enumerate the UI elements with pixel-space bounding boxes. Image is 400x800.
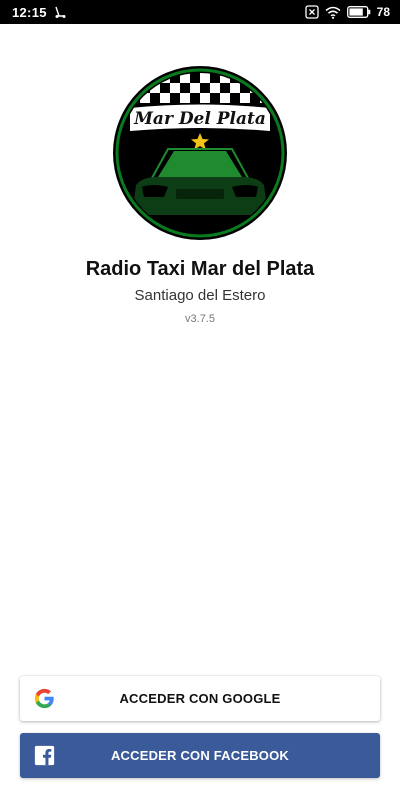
wifi-icon: [325, 6, 341, 19]
app-name: Radio Taxi Mar del Plata: [85, 258, 315, 280]
battery-icon: [346, 6, 371, 18]
status-bar-right: 78: [304, 5, 390, 19]
battery-level: 78: [376, 5, 390, 19]
status-bar: 12:15 78: [0, 0, 400, 24]
google-icon: [34, 688, 55, 709]
facebook-login-button[interactable]: ACCEDER CON FACEBOOK: [20, 733, 380, 778]
app-version: v3.7.5: [185, 313, 215, 325]
facebook-login-label: ACCEDER CON FACEBOOK: [110, 748, 290, 763]
scooter-icon: [53, 5, 67, 19]
app-logo: Mar Del Plata: [112, 65, 288, 241]
status-bar-left: 12:15: [12, 5, 67, 20]
google-login-button[interactable]: ACCEDER CON GOOGLE: [20, 676, 380, 721]
facebook-icon: [34, 745, 55, 766]
logo-text: Mar Del Plata: [133, 109, 266, 129]
app-city: Santiago del Estero: [134, 287, 266, 304]
status-time: 12:15: [12, 4, 47, 20]
close-box-icon: [304, 5, 319, 19]
google-login-label: ACCEDER CON GOOGLE: [119, 691, 281, 706]
